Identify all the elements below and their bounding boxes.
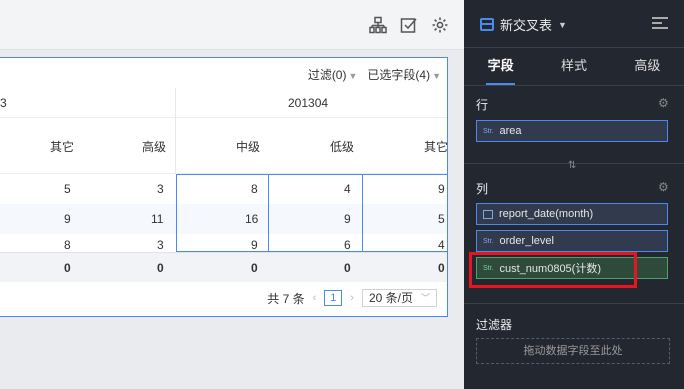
table-cell[interactable]: 8 <box>251 182 258 196</box>
page-size-label: 20 条/页 <box>368 291 413 305</box>
table-cell[interactable]: 3 <box>157 238 164 252</box>
summary-cell: 0 <box>157 261 164 275</box>
summary-cell: 0 <box>64 261 71 275</box>
summary-cell: 0 <box>438 261 445 275</box>
column-field-report-date[interactable]: report_date(month) <box>476 203 668 225</box>
table-cell[interactable]: 9 <box>64 212 71 226</box>
table-filter-bar: 过滤(0) ▼ 已选字段(4) ▼ <box>308 66 441 82</box>
column-group-header: 3 <box>0 96 7 110</box>
summary-cell: 0 <box>344 261 351 275</box>
panel-tabs: 字段 样式 高级 <box>464 48 684 86</box>
field-name: order_level <box>499 235 554 247</box>
table-row: 8 3 9 6 4 <box>0 228 447 252</box>
filter-dropdown[interactable]: 过滤(0) ▼ <box>308 66 358 83</box>
column-header[interactable]: 其它 <box>424 138 448 155</box>
string-type-icon: Str. <box>483 127 494 135</box>
column-header-row-1: 3 201304 <box>0 88 447 118</box>
filter-drop-zone[interactable]: 拖动数据字段至此处 <box>476 338 670 364</box>
prev-page-icon[interactable]: ‹ <box>313 292 317 304</box>
page-size-select[interactable]: 20 条/页 ﹀ <box>361 289 437 307</box>
chevron-down-icon: ▼ <box>432 70 441 81</box>
tab-advanced[interactable]: 高级 <box>611 48 684 85</box>
caret-down-icon: ▼ <box>558 19 567 30</box>
table-cell[interactable]: 3 <box>157 182 164 196</box>
column-header-row-2: 其它 高级 中级 低级 其它 <box>0 118 448 174</box>
column-field-order-level[interactable]: Str. order_level <box>476 230 668 252</box>
table-cell[interactable]: 16 <box>245 212 258 226</box>
table-cell[interactable]: 11 <box>151 212 163 226</box>
tab-fields[interactable]: 字段 <box>464 48 537 85</box>
filter-section-label: 过滤器 <box>476 318 513 332</box>
canvas-toolbar <box>0 0 464 50</box>
chevron-down-icon: ▼ <box>348 70 358 81</box>
table-cell[interactable]: 5 <box>64 182 71 196</box>
chart-config-panel: 新交叉表 ▼ 字段 样式 高级 行 ⚙ Str. area ⇅ 列 ⚙ repo… <box>464 0 684 389</box>
pagination: 共 7 条 ‹ 1 › 20 条/页 ﹀ <box>267 289 437 307</box>
panel-header: 新交叉表 ▼ <box>464 0 684 48</box>
column-header[interactable]: 中级 <box>236 138 260 155</box>
selected-fields-dropdown[interactable]: 已选字段(4) ▼ <box>367 66 441 83</box>
chevron-down-icon: ﹀ <box>420 293 430 303</box>
table-cell[interactable]: 9 <box>344 212 351 226</box>
table-row: 5 3 8 4 9 <box>0 174 447 204</box>
summary-row: 0 0 0 0 0 <box>0 252 447 282</box>
rows-section-label: 行 <box>476 98 489 112</box>
table-cell[interactable]: 4 <box>344 182 351 196</box>
table-cell[interactable]: 9 <box>438 182 445 196</box>
pager-total: 共 7 条 <box>267 291 305 306</box>
column-group-header: 201304 <box>288 96 329 110</box>
table-cell[interactable]: 6 <box>344 238 351 252</box>
column-header[interactable]: 低级 <box>330 138 354 155</box>
table-cell[interactable]: 8 <box>64 238 71 252</box>
next-page-icon[interactable]: › <box>350 292 354 304</box>
swap-rows-columns-icon[interactable]: ⇅ <box>568 160 576 171</box>
panel-title: 新交叉表 <box>500 18 553 33</box>
column-header[interactable]: 高级 <box>142 138 166 155</box>
column-header[interactable]: 其它 <box>50 138 74 155</box>
table-cell[interactable]: 9 <box>251 238 258 252</box>
crosstab-card: 过滤(0) ▼ 已选字段(4) ▼ 3 201304 其它 高级 中级 低级 其它 … <box>0 57 448 317</box>
field-name: report_date(month) <box>499 208 594 220</box>
panel-menu-icon[interactable] <box>652 17 668 31</box>
selected-fields-label: 已选字段(4) <box>367 67 431 82</box>
chart-type-selector[interactable]: 新交叉表 ▼ <box>480 15 567 34</box>
summary-cell: 0 <box>251 261 258 275</box>
string-type-icon: Str. <box>483 237 494 245</box>
columns-section-label: 列 <box>476 182 489 196</box>
filter-label: 过滤(0) <box>307 67 347 82</box>
hierarchy-icon[interactable] <box>368 15 388 35</box>
tab-style[interactable]: 样式 <box>537 48 610 85</box>
gear-icon[interactable]: ⚙ <box>658 97 670 109</box>
highlight-box <box>469 252 637 288</box>
table-cell[interactable]: 5 <box>438 212 445 226</box>
calendar-icon <box>483 209 493 219</box>
section-divider <box>464 303 684 304</box>
page-number[interactable]: 1 <box>324 290 343 306</box>
crosstab-icon <box>480 18 494 31</box>
gear-icon[interactable] <box>430 15 450 35</box>
gear-icon[interactable]: ⚙ <box>658 181 670 193</box>
field-name: area <box>499 125 522 137</box>
check-square-icon[interactable] <box>399 15 419 35</box>
row-field-area[interactable]: Str. area <box>476 120 668 142</box>
table-cell[interactable]: 4 <box>438 238 445 252</box>
